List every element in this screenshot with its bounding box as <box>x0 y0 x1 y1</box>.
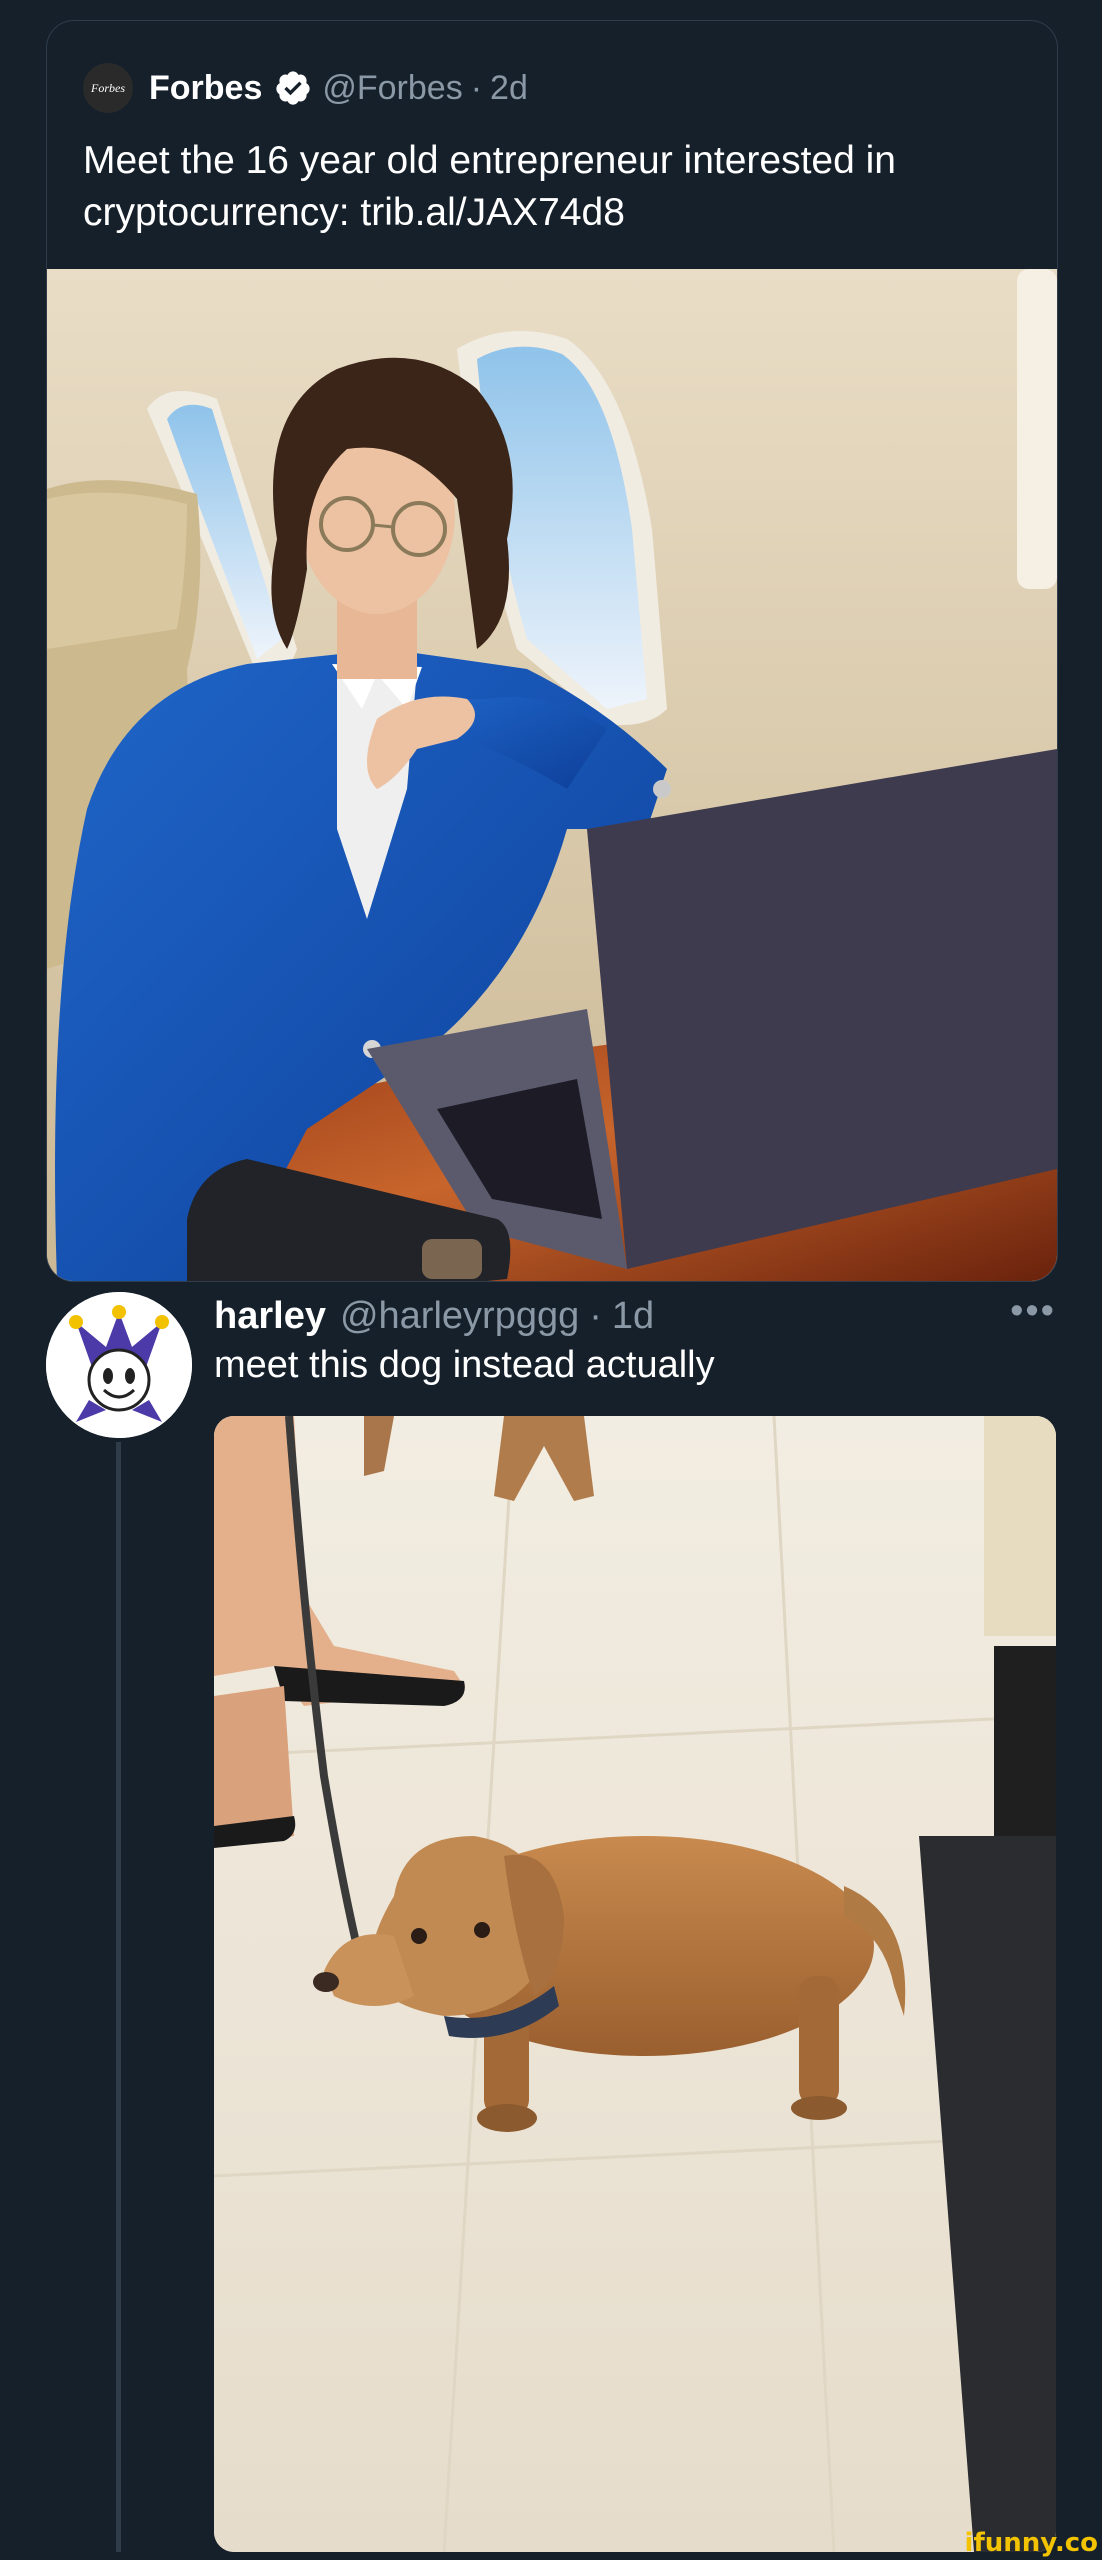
quoted-tweet-photo[interactable] <box>47 269 1057 1281</box>
forbes-avatar[interactable]: Forbes <box>83 63 133 113</box>
separator-dot: · <box>470 68 483 107</box>
reply-header: harley @harleyrpggg · 1d <box>214 1290 654 1342</box>
thread-line <box>116 1442 121 2552</box>
verified-badge-icon <box>276 71 310 105</box>
reply-tweet[interactable]: harley @harleyrpggg · 1d ••• meet this d… <box>46 1282 1056 2552</box>
separator-dot: · <box>589 1294 602 1337</box>
quoted-author-name[interactable]: Forbes <box>149 69 262 108</box>
more-options-icon[interactable]: ••• <box>1010 1292 1056 1330</box>
reply-author-name[interactable]: harley <box>214 1295 326 1338</box>
quoted-tweet-header: Forbes Forbes @Forbes · 2d <box>83 63 528 113</box>
user-avatar[interactable] <box>46 1292 192 1438</box>
quoted-timestamp[interactable]: 2d <box>490 69 528 108</box>
reply-timestamp[interactable]: 1d <box>612 1295 654 1338</box>
quoted-author-handle[interactable]: @Forbes <box>322 69 462 108</box>
ifunny-watermark: ifunny.co <box>964 2528 1098 2558</box>
reply-author-handle[interactable]: @harleyrpggg <box>340 1295 579 1338</box>
reply-text: meet this dog instead actually <box>214 1344 715 1386</box>
reply-photo[interactable] <box>214 1416 1056 2552</box>
forbes-logo-text: Forbes <box>91 80 125 95</box>
quoted-tweet-card[interactable]: Forbes Forbes @Forbes · 2d Meet the 16 y… <box>46 20 1058 1282</box>
quoted-tweet-text: Meet the 16 year old entrepreneur intere… <box>83 139 897 234</box>
